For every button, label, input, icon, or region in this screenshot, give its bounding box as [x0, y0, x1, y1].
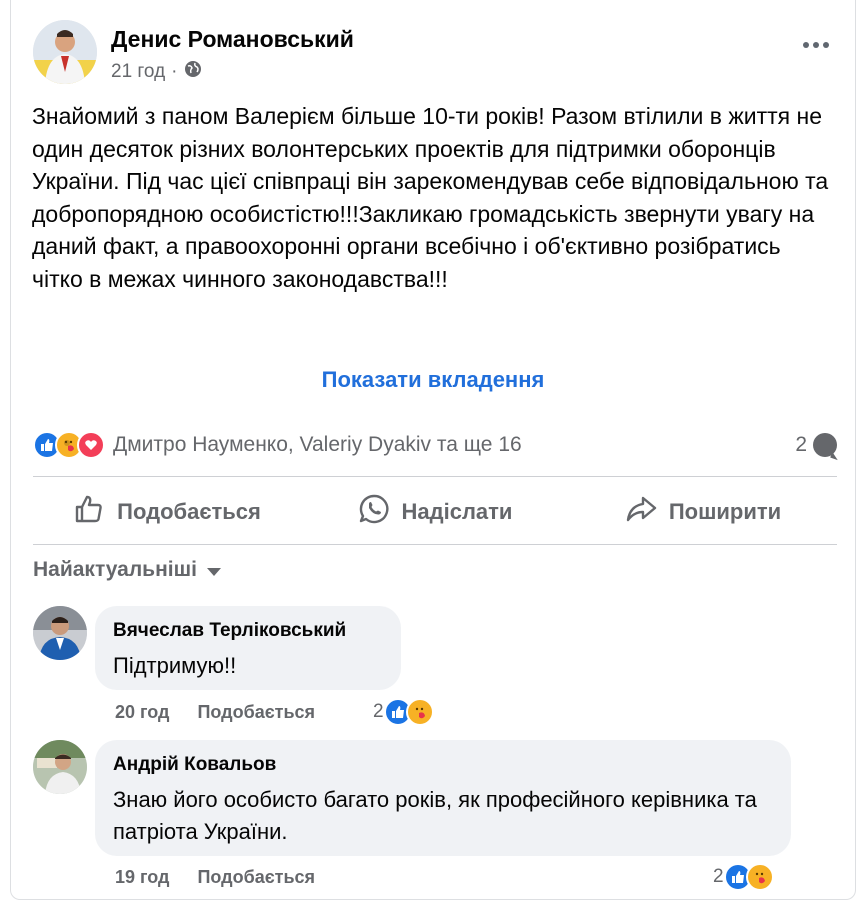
author-avatar[interactable] [33, 20, 97, 84]
like-button[interactable]: Подобається [33, 488, 301, 536]
show-attachments-link[interactable]: Показати вкладення [11, 367, 855, 393]
comment-text: Знаю його особисто багато років, як проф… [113, 787, 757, 844]
send-button-label: Надіслати [401, 499, 513, 524]
share-button[interactable]: Поширити [569, 488, 837, 536]
post-actions: Подобається Надіслати Поширити [33, 488, 837, 536]
thumbs-up-icon [73, 493, 105, 531]
comment-meta: 19 год Подобається [115, 867, 315, 888]
commenter-avatar[interactable] [33, 740, 87, 794]
sort-label: Найактуальніші [33, 558, 197, 581]
care-reaction-icon [745, 863, 774, 891]
love-reaction-icon [77, 431, 105, 459]
comment-reactions[interactable]: 2 [713, 863, 774, 891]
commenter-avatar[interactable] [33, 606, 87, 660]
more-options-icon[interactable] [803, 42, 829, 48]
post-card: Денис Романовський 21 год · Знайомий з п… [10, 0, 856, 900]
comment-timestamp[interactable]: 20 год [115, 702, 169, 723]
comment-text: Підтримую!! [113, 653, 237, 678]
like-button-label: Подобається [117, 499, 261, 524]
reaction-icons[interactable] [33, 431, 105, 459]
post-text: Знайомий з паном Валерієм більше 10-ти р… [32, 103, 829, 292]
comment-icon [813, 433, 837, 457]
comment-count-value: 2 [795, 433, 807, 456]
post-author-name[interactable]: Денис Романовський [111, 26, 354, 53]
share-arrow-icon [625, 493, 657, 531]
reactions-names[interactable]: Дмитро Науменко, Valeriy Dyakiv та ще 16 [113, 433, 522, 457]
comment-count[interactable]: 2 [795, 433, 837, 457]
comment-like-button[interactable]: Подобається [197, 867, 315, 888]
globe-icon [184, 60, 202, 84]
comment-reaction-count: 2 [713, 866, 724, 887]
whatsapp-icon [358, 493, 390, 531]
comment-author[interactable]: Андрій Ковальов [113, 754, 773, 776]
comment-author[interactable]: Вячеслав Терліковський [113, 620, 383, 642]
post-timestamp[interactable]: 21 год [111, 61, 165, 83]
comment-meta: 20 год Подобається [115, 702, 315, 723]
care-reaction-icon [405, 698, 434, 726]
comment-like-button[interactable]: Подобається [197, 702, 315, 723]
reactions-summary: Дмитро Науменко, Valeriy Dyakiv та ще 16… [33, 428, 837, 462]
comment-timestamp[interactable]: 19 год [115, 867, 169, 888]
comment-sort-dropdown[interactable]: Найактуальніші [33, 558, 221, 582]
divider-bottom [33, 544, 837, 545]
comment-bubble: Вячеслав Терліковський Підтримую!! [95, 606, 401, 690]
share-button-label: Поширити [668, 499, 782, 524]
post-meta: 21 год · [111, 60, 202, 84]
divider-top [33, 476, 837, 477]
meta-separator: · [171, 61, 178, 82]
comment-bubble: Андрій Ковальов Знаю його особисто багат… [95, 740, 791, 856]
comment-reactions[interactable]: 2 [373, 698, 434, 726]
send-button[interactable]: Надіслати [301, 488, 569, 536]
comment-reaction-count: 2 [373, 701, 384, 722]
caret-down-icon [206, 567, 221, 576]
